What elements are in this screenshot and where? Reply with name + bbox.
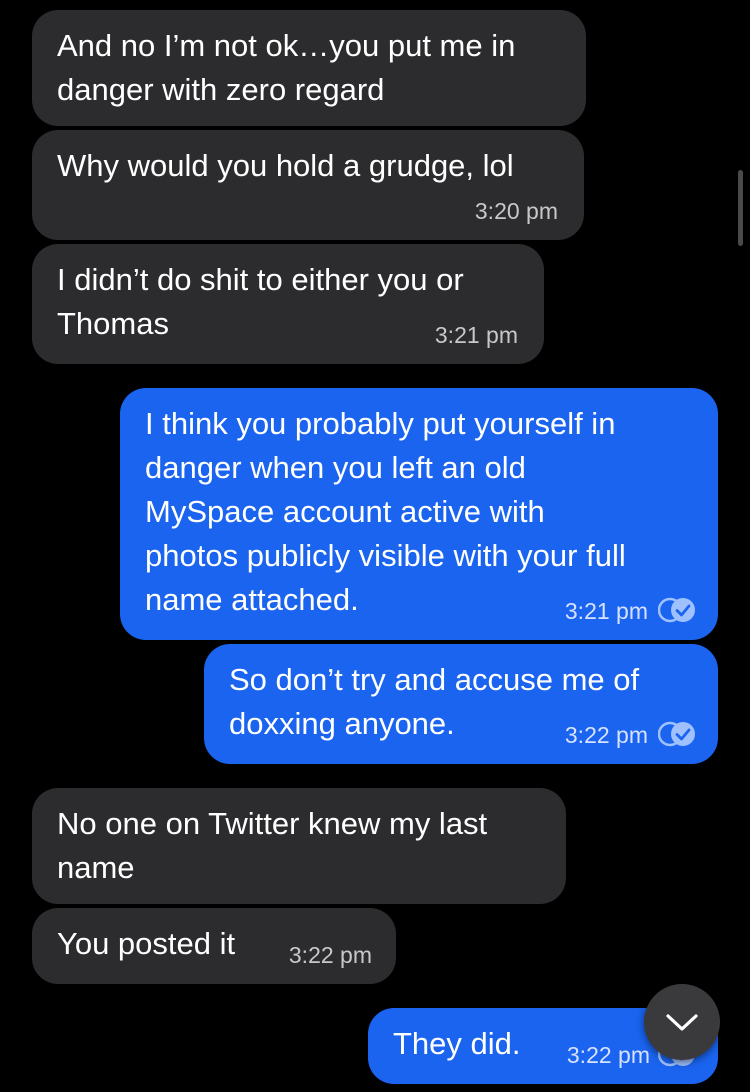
message-bubble-incoming[interactable]: You posted it 3:22 pm: [32, 908, 396, 984]
message-text: No one on Twitter knew my last name: [57, 806, 488, 885]
message-timestamp: 3:22 pm: [566, 1042, 650, 1068]
message-text: You posted it: [57, 926, 236, 961]
message-bubble-incoming[interactable]: I didn’t do shit to either you or Thomas…: [32, 244, 544, 364]
read-check-icon: [658, 597, 695, 623]
message-timestamp: 3:20 pm: [474, 198, 558, 224]
message-text: Why would you hold a grudge, lol: [57, 148, 514, 183]
message-timestamp: 3:21 pm: [434, 322, 518, 348]
message-bubble-outgoing[interactable]: So don’t try and accuse me of doxxing an…: [204, 644, 718, 764]
scroll-to-bottom-button[interactable]: [644, 984, 720, 1060]
message-text: I think you probably put yourself in dan…: [145, 406, 626, 617]
message-bubble-incoming[interactable]: And no I’m not ok…you put me in danger w…: [32, 10, 586, 126]
message-text: And no I’m not ok…you put me in danger w…: [57, 28, 516, 107]
message-timestamp: 3:21 pm: [564, 598, 648, 624]
message-bubble-incoming[interactable]: No one on Twitter knew my last name: [32, 788, 566, 904]
message-timestamp: 3:22 pm: [564, 722, 648, 748]
message-text: They did.: [393, 1026, 521, 1061]
message-bubble-incoming[interactable]: Why would you hold a grudge, lol 3:20 pm: [32, 130, 584, 240]
message-bubble-outgoing[interactable]: I think you probably put yourself in dan…: [120, 388, 718, 640]
chevron-down-icon: [666, 1014, 698, 1031]
message-text: I didn’t do shit to either you or Thomas: [57, 262, 464, 341]
message-timestamp: 3:22 pm: [288, 942, 372, 968]
read-check-icon: [658, 721, 695, 747]
scrollbar[interactable]: [738, 170, 743, 246]
